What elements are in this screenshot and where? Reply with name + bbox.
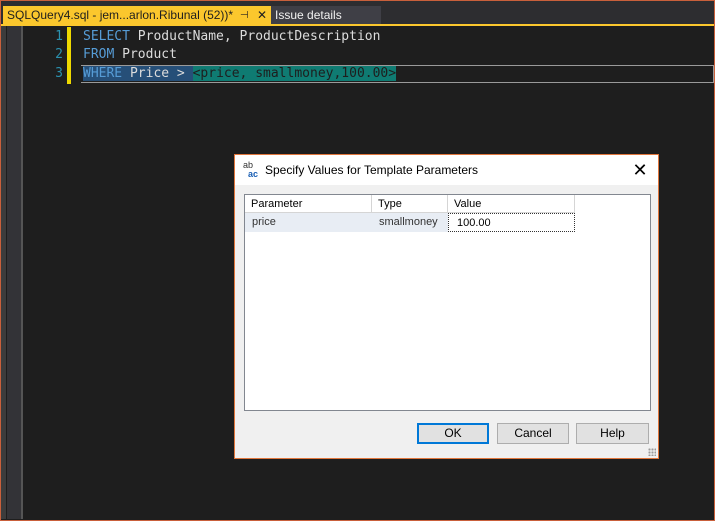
grid-header: Parameter Type Value bbox=[245, 195, 575, 213]
tab-label: SQLQuery4.sql - jem...arlon.Ribunal (52)… bbox=[7, 8, 234, 22]
pin-icon[interactable]: ⊣ bbox=[240, 6, 249, 25]
code-line-3[interactable]: WHERE Price > <price, smallmoney,100.00> bbox=[83, 64, 397, 83]
line-number: 2 bbox=[55, 47, 63, 62]
column-header-value[interactable]: Value bbox=[448, 195, 575, 213]
document-tab-strip: SQLQuery4.sql - jem...arlon.Ribunal (52)… bbox=[1, 1, 714, 25]
outline-margin bbox=[21, 26, 23, 519]
change-bar bbox=[67, 65, 71, 84]
sql-text: Product bbox=[114, 47, 177, 62]
tab-label: Issue details bbox=[275, 8, 342, 22]
sql-keyword: SELECT bbox=[83, 29, 130, 44]
sql-keyword: FROM bbox=[83, 47, 115, 62]
column-header-type[interactable]: Type bbox=[372, 195, 448, 213]
close-icon[interactable]: ✕ bbox=[630, 159, 650, 181]
close-icon[interactable]: ✕ bbox=[257, 6, 267, 25]
cell-type: smallmoney bbox=[379, 216, 438, 228]
ok-button[interactable]: OK bbox=[417, 423, 489, 444]
change-bar bbox=[67, 46, 71, 65]
column-header-parameter[interactable]: Parameter bbox=[245, 195, 372, 213]
dialog-titlebar[interactable]: ab ac Specify Values for Template Parame… bbox=[235, 155, 658, 185]
cancel-button[interactable]: Cancel bbox=[497, 423, 569, 444]
help-button[interactable]: Help bbox=[576, 423, 649, 444]
table-row[interactable]: price smallmoney 100.00 bbox=[245, 213, 575, 232]
editor-left-margin bbox=[1, 26, 6, 519]
tab-sqlquery4[interactable]: SQLQuery4.sql - jem...arlon.Ribunal (52)… bbox=[3, 6, 271, 25]
parameters-grid[interactable]: Parameter Type Value price smallmoney 10… bbox=[244, 194, 651, 411]
line-number: 1 bbox=[55, 29, 63, 44]
cell-parameter: price bbox=[252, 216, 276, 228]
sql-text: Price > bbox=[122, 66, 193, 81]
code-line-1[interactable]: SELECT ProductName, ProductDescription bbox=[83, 27, 380, 46]
sql-keyword: WHERE bbox=[83, 66, 123, 81]
template-parameters-dialog: ab ac Specify Values for Template Parame… bbox=[234, 154, 659, 459]
value-input[interactable]: 100.00 bbox=[448, 213, 575, 232]
dialog-title: Specify Values for Template Parameters bbox=[265, 163, 478, 177]
sql-text: ProductName, ProductDescription bbox=[129, 29, 381, 44]
selection-margin bbox=[7, 26, 21, 519]
code-line-2[interactable]: FROM Product bbox=[83, 45, 177, 64]
template-parameters-icon: ab ac bbox=[243, 160, 259, 179]
resize-grip[interactable] bbox=[648, 448, 656, 456]
template-parameter: <price, smallmoney,100.00> bbox=[192, 66, 397, 81]
line-number: 3 bbox=[55, 66, 63, 81]
change-bar bbox=[67, 27, 71, 46]
tab-issue-details[interactable]: Issue details bbox=[271, 6, 381, 25]
